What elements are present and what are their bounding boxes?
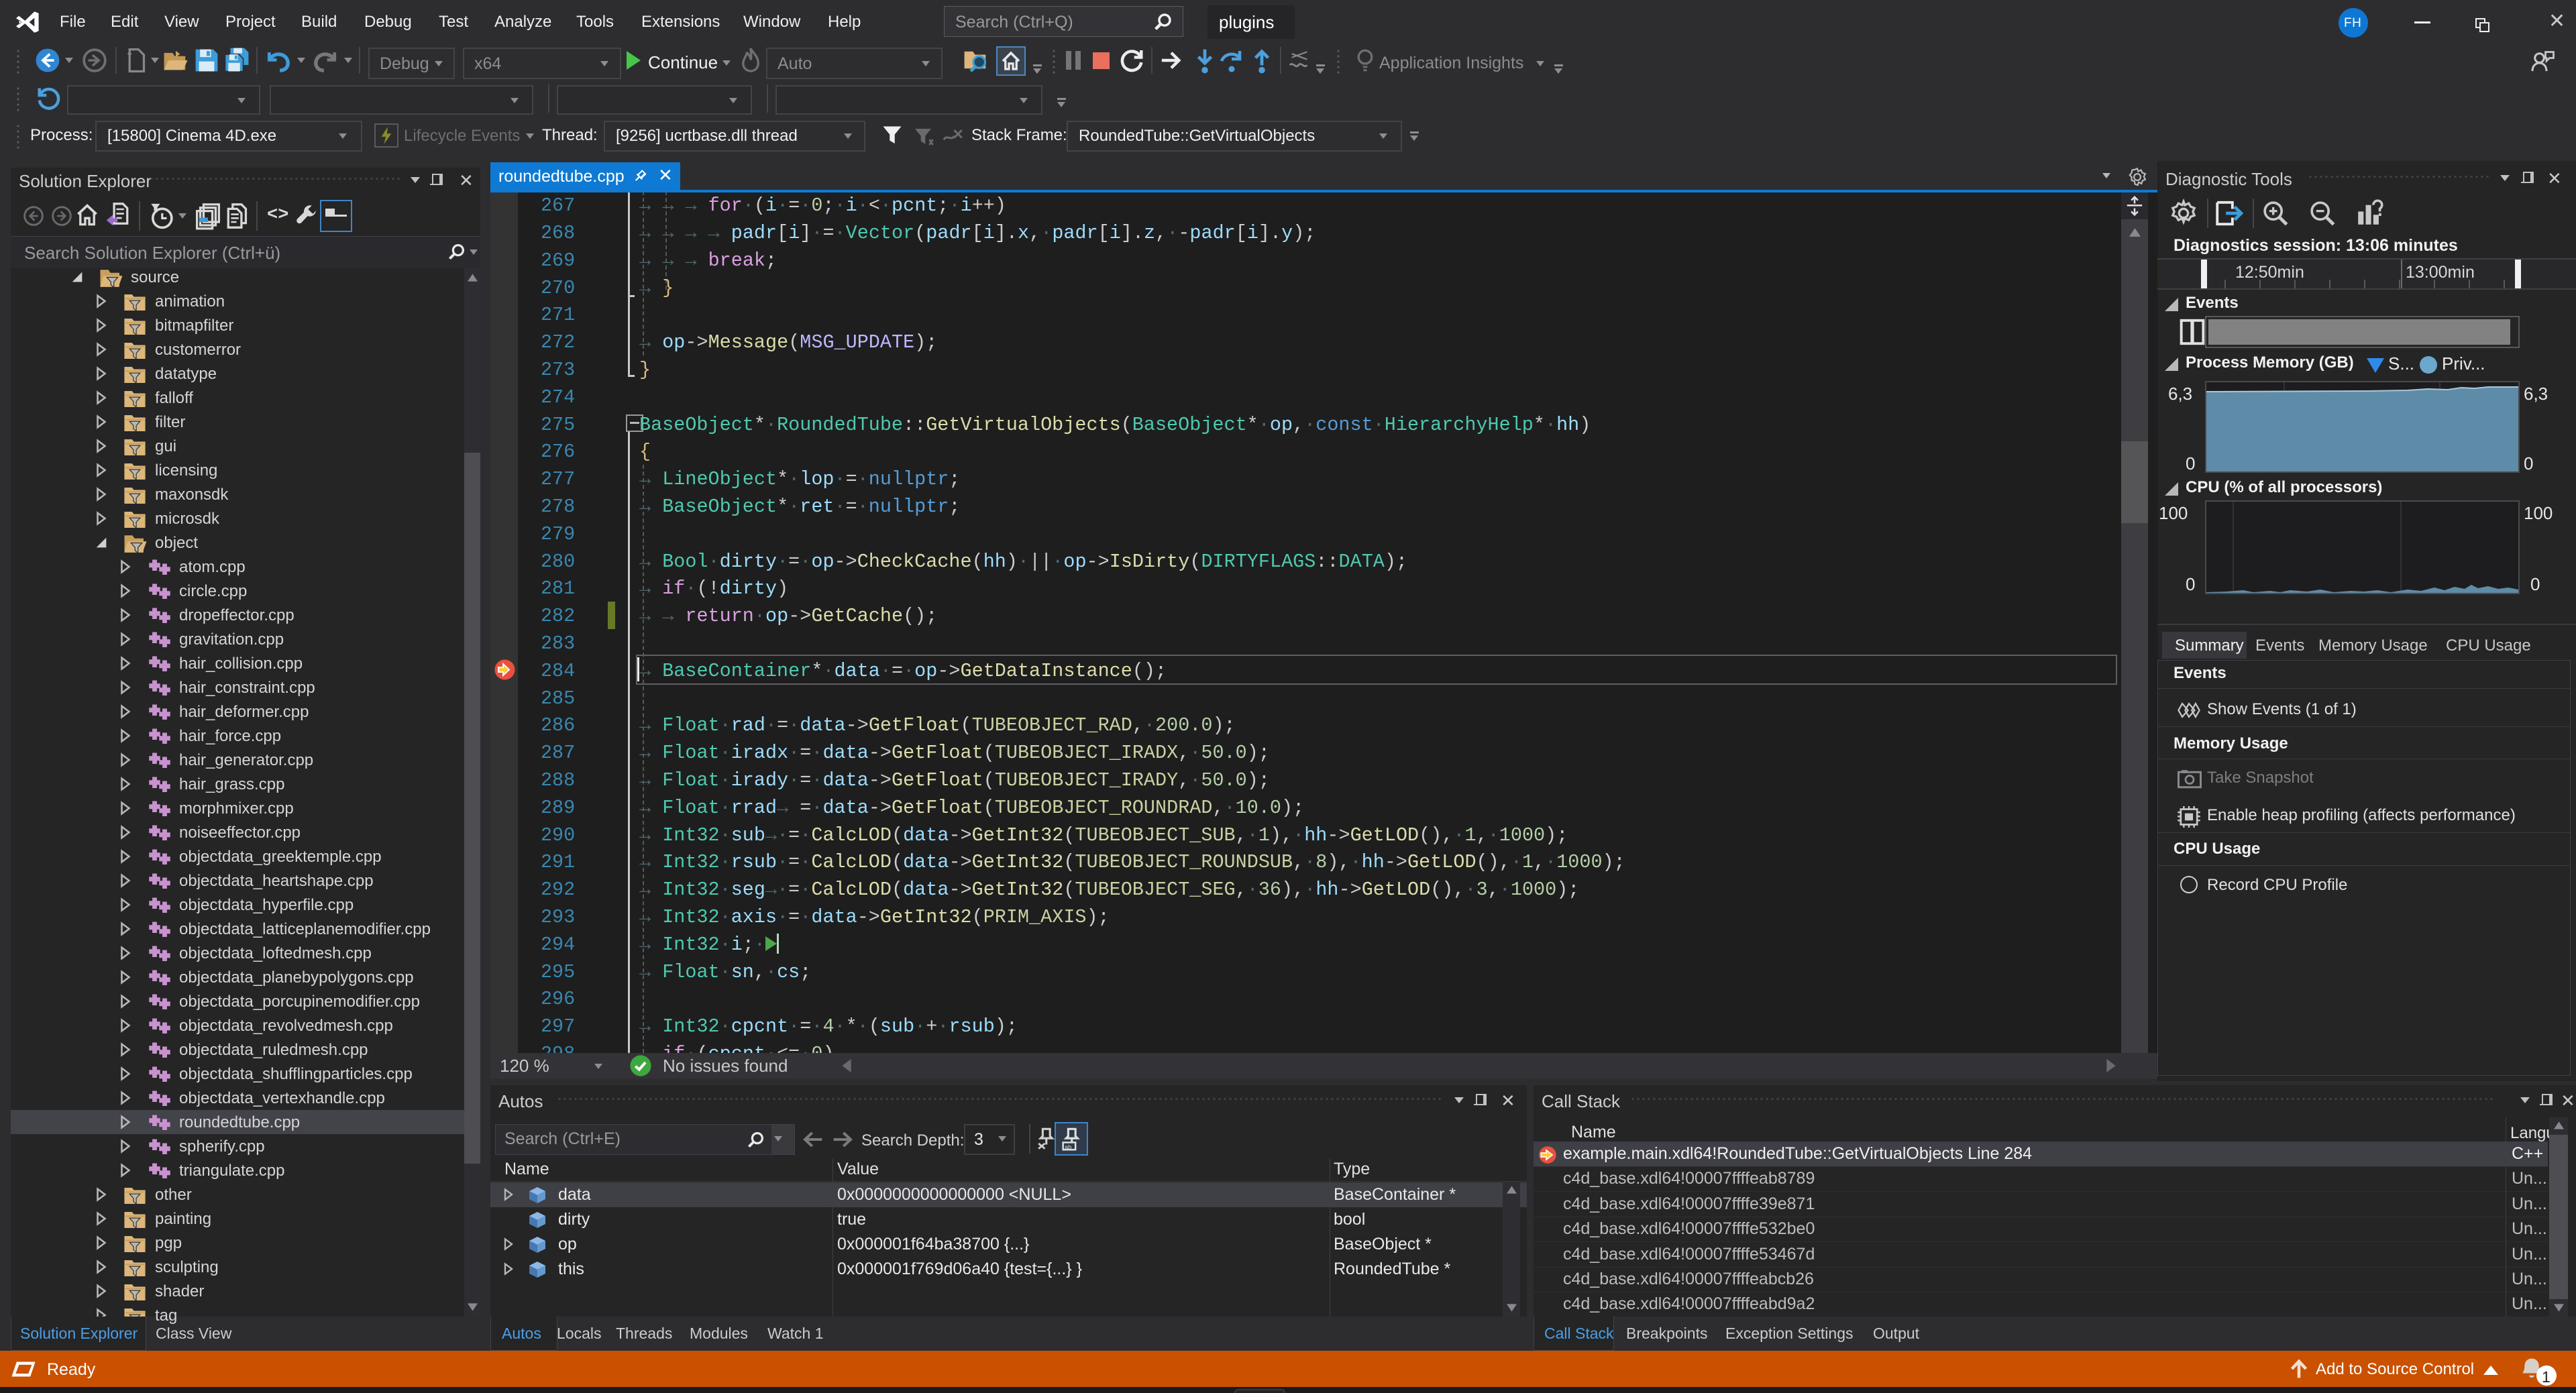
svg-text:ab: ab xyxy=(1065,1144,1071,1150)
